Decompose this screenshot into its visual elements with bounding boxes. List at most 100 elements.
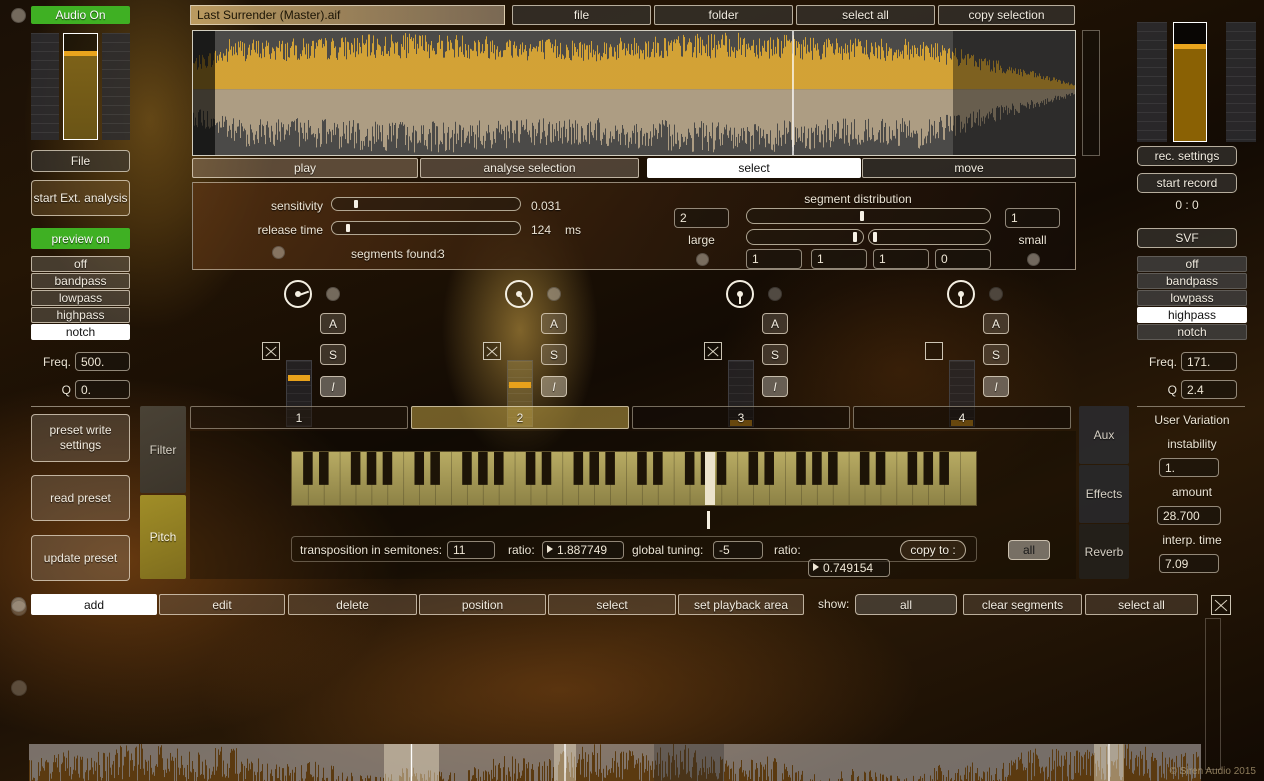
- right-q-field[interactable]: 2.4: [1181, 380, 1237, 399]
- channel-1-led[interactable]: [326, 287, 340, 301]
- channel-2-led[interactable]: [547, 287, 561, 301]
- tab-effects[interactable]: Effects: [1079, 465, 1129, 523]
- tab-filter[interactable]: Filter: [140, 406, 186, 493]
- audio-status-led[interactable]: [11, 8, 26, 23]
- position-segment-button[interactable]: position: [419, 594, 546, 615]
- distribution-slider-top[interactable]: [746, 208, 991, 224]
- tab-aux[interactable]: Aux: [1079, 406, 1129, 464]
- header-select-all-button[interactable]: select all: [796, 5, 935, 25]
- right-filter-mode-notch[interactable]: notch: [1137, 324, 1247, 340]
- analysis-led[interactable]: [272, 246, 285, 259]
- read-preset-button[interactable]: read preset: [31, 475, 130, 521]
- distribution-right-thumb[interactable]: [873, 232, 877, 242]
- channel-tab-3[interactable]: 3: [632, 406, 850, 429]
- tab-reverb[interactable]: Reverb: [1079, 524, 1129, 579]
- filter-mode-lowpass[interactable]: lowpass: [31, 290, 130, 306]
- clear-segments-button[interactable]: clear segments: [963, 594, 1082, 615]
- channel-4-knob[interactable]: [947, 280, 975, 308]
- filename-field[interactable]: Last Surrender (Master).aif: [190, 5, 505, 25]
- channel-1-knob[interactable]: [284, 280, 312, 308]
- piano-keyboard[interactable]: [291, 451, 977, 506]
- show-filter-dropdown[interactable]: all: [855, 594, 957, 615]
- transposition-field[interactable]: 11: [447, 541, 495, 559]
- channel-2-s-button[interactable]: S: [541, 344, 567, 365]
- right-filter-mode-off[interactable]: off: [1137, 256, 1247, 272]
- channel-2-a-button[interactable]: A: [541, 313, 567, 334]
- play-button[interactable]: play: [192, 158, 418, 178]
- channel-4-led[interactable]: [989, 287, 1003, 301]
- left-freq-field[interactable]: 500.: [75, 352, 130, 371]
- main-waveform-display[interactable]: [192, 30, 1076, 156]
- channel-3-mute-checkbox[interactable]: [704, 342, 722, 360]
- channel-3-knob[interactable]: [726, 280, 754, 308]
- bottom-led-top[interactable]: [11, 600, 27, 616]
- channel-3-s-button[interactable]: S: [762, 344, 788, 365]
- right-filter-mode-bandpass[interactable]: bandpass: [1137, 273, 1247, 289]
- file-button[interactable]: File: [31, 150, 130, 172]
- audio-on-button[interactable]: Audio On: [31, 6, 130, 24]
- distribution-field-1[interactable]: 1: [746, 249, 802, 269]
- bottom-led-bottom[interactable]: [11, 680, 27, 696]
- channel-1-mute-checkbox[interactable]: [262, 342, 280, 360]
- segments-close-checkbox[interactable]: [1211, 595, 1231, 615]
- channel-4-s-button[interactable]: S: [983, 344, 1009, 365]
- channel-tab-1[interactable]: 1: [190, 406, 408, 429]
- filter-mode-highpass[interactable]: highpass: [31, 307, 130, 323]
- start-ext-analysis-button[interactable]: start Ext. analysis: [31, 180, 130, 216]
- ratio-field[interactable]: 1.887749: [542, 541, 624, 559]
- channel-2-knob[interactable]: [505, 280, 533, 308]
- distribution-field-3[interactable]: 1: [873, 249, 929, 269]
- channel-tab-4[interactable]: 4: [853, 406, 1071, 429]
- edit-segment-button[interactable]: edit: [159, 594, 285, 615]
- start-record-button[interactable]: start record: [1137, 173, 1237, 193]
- global-tuning-field[interactable]: -5: [713, 541, 763, 559]
- channel-1-a-button[interactable]: A: [320, 313, 346, 334]
- analyse-selection-button[interactable]: analyse selection: [420, 158, 639, 178]
- distribution-field-2[interactable]: 1: [811, 249, 867, 269]
- folder-button[interactable]: folder: [654, 5, 793, 25]
- pitch-position-marker[interactable]: [707, 511, 710, 529]
- update-preset-button[interactable]: update preset: [31, 535, 130, 581]
- channel-3-i-button[interactable]: I: [762, 376, 788, 397]
- filter-mode-notch[interactable]: notch: [31, 324, 130, 340]
- preset-write-settings-button[interactable]: preset write settings: [31, 414, 130, 462]
- amount-field[interactable]: 28.700: [1157, 506, 1221, 525]
- tab-pitch[interactable]: Pitch: [140, 495, 186, 579]
- small-count-field[interactable]: 1: [1005, 208, 1060, 228]
- select-mode-button[interactable]: select: [647, 158, 861, 178]
- release-time-slider[interactable]: [331, 221, 521, 235]
- left-q-field[interactable]: 0.: [75, 380, 130, 399]
- distribution-slider-right[interactable]: [868, 229, 991, 245]
- sensitivity-slider[interactable]: [331, 197, 521, 211]
- add-segment-button[interactable]: add: [31, 594, 157, 615]
- preview-on-button[interactable]: preview on: [31, 228, 130, 249]
- ratio2-field[interactable]: 0.749154: [808, 559, 890, 577]
- instability-field[interactable]: 1.: [1159, 458, 1219, 477]
- right-filter-mode-lowpass[interactable]: lowpass: [1137, 290, 1247, 306]
- meter-lane-main[interactable]: [63, 33, 98, 140]
- right-freq-field[interactable]: 171.: [1181, 352, 1237, 371]
- channel-1-i-button[interactable]: I: [320, 376, 346, 397]
- channel-4-a-button[interactable]: A: [983, 313, 1009, 334]
- set-playback-area-button[interactable]: set playback area: [678, 594, 804, 615]
- channel-3-led[interactable]: [768, 287, 782, 301]
- svf-button[interactable]: SVF: [1137, 228, 1237, 248]
- move-mode-button[interactable]: move: [862, 158, 1076, 178]
- channel-1-s-button[interactable]: S: [320, 344, 346, 365]
- file-open-button[interactable]: file: [512, 5, 651, 25]
- large-led[interactable]: [696, 253, 709, 266]
- distribution-field-4[interactable]: 0: [935, 249, 991, 269]
- copy-selection-button[interactable]: copy selection: [938, 5, 1075, 25]
- distribution-slider-left[interactable]: [746, 229, 864, 245]
- filter-mode-off[interactable]: off: [31, 256, 130, 272]
- copy-to-button[interactable]: copy to :: [900, 540, 966, 560]
- small-led[interactable]: [1027, 253, 1040, 266]
- channel-4-mute-checkbox[interactable]: [925, 342, 943, 360]
- channel-3-a-button[interactable]: A: [762, 313, 788, 334]
- channel-2-i-button[interactable]: I: [541, 376, 567, 397]
- release-time-thumb[interactable]: [346, 224, 350, 232]
- distribution-left-thumb[interactable]: [853, 232, 857, 242]
- select-all-segments-button[interactable]: select all: [1085, 594, 1198, 615]
- rec-meter-main[interactable]: [1173, 22, 1207, 142]
- rec-settings-button[interactable]: rec. settings: [1137, 146, 1237, 166]
